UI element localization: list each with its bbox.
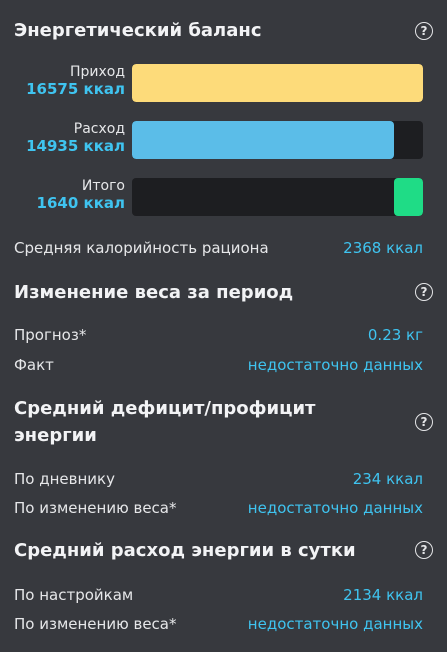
- bar-label-expense: Расход 14935 ккал: [26, 121, 125, 155]
- bar-name: Приход: [69, 64, 125, 80]
- bar-fill-income: [132, 64, 423, 102]
- weight-change-label: По изменению веса*: [14, 499, 177, 517]
- forecast-value: 0.23 кг: [367, 326, 423, 344]
- diary-value: 234 ккал: [352, 470, 423, 488]
- bar-name: Итого: [81, 178, 125, 194]
- fact-label: Факт: [14, 356, 54, 374]
- forecast-label: Прогноз*: [14, 326, 87, 344]
- avg-calorie-label: Средняя калорийность рациона: [14, 239, 269, 257]
- avg-calorie-value: 2368 ккал: [343, 239, 423, 257]
- help-icon[interactable]: ?: [415, 413, 433, 431]
- bar-track-expense: [132, 121, 423, 159]
- bar-value: 16575 ккал: [26, 80, 125, 98]
- bar-value: 1640 ккал: [36, 194, 125, 212]
- help-icon[interactable]: ?: [415, 22, 433, 40]
- help-icon[interactable]: ?: [415, 541, 433, 559]
- help-icon[interactable]: ?: [415, 283, 433, 301]
- bar-label-income: Приход 16575 ккал: [26, 64, 125, 98]
- weight-change-label-2: По изменению веса*: [14, 615, 177, 633]
- fact-value: недостаточно данных: [247, 356, 423, 374]
- weight-change-title: Изменение веса за период: [14, 282, 294, 303]
- bar-track-total: [132, 178, 423, 216]
- energy-stats-panel: Энергетический баланс ? Приход 16575 кка…: [0, 0, 447, 652]
- bar-name: Расход: [73, 121, 125, 137]
- diary-label: По дневнику: [14, 470, 115, 488]
- energy-balance-title: Энергетический баланс: [14, 20, 262, 41]
- expenditure-title: Средний расход энергии в сутки: [14, 540, 356, 561]
- bar-fill-expense: [132, 121, 395, 159]
- bar-label-total: Итого 1640 ккал: [37, 178, 125, 212]
- deficit-title-line1: Средний дефицит/профицит: [14, 398, 316, 419]
- weight-change-value: недостаточно данных: [247, 499, 423, 517]
- weight-change-value-2: недостаточно данных: [247, 615, 423, 633]
- bar-value: 14935 ккал: [26, 137, 125, 155]
- settings-label: По настройкам: [14, 586, 134, 604]
- bar-fill-total: [394, 178, 423, 216]
- bar-track-income: [132, 64, 423, 102]
- deficit-title-line2: энергии: [14, 425, 97, 446]
- settings-value: 2134 ккал: [343, 586, 423, 604]
